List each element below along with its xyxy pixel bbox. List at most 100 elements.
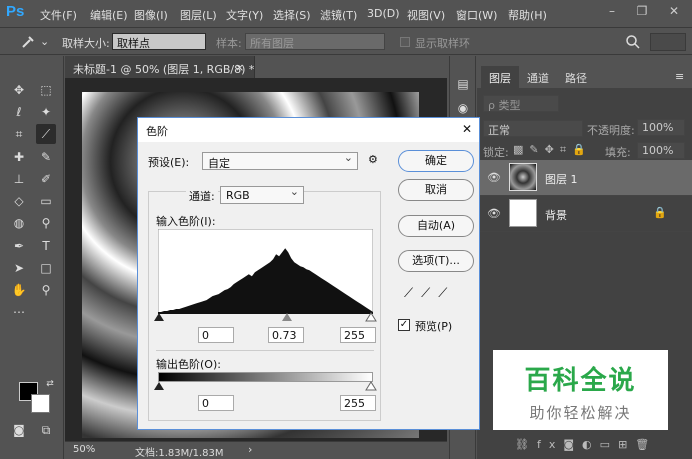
visibility-eye-icon[interactable]: 👁	[487, 207, 501, 220]
watermark-title: 百科全说	[524, 366, 637, 396]
crop-tool-icon[interactable]: ⌗	[9, 124, 29, 144]
menu-view[interactable]: 视图(V)	[407, 7, 445, 23]
background-color-swatch[interactable]	[31, 394, 50, 413]
preview-checkbox[interactable]: ✓	[398, 319, 410, 331]
close-window-button[interactable]: ✕	[662, 4, 686, 22]
new-layer-icon[interactable]: ⊞	[618, 438, 635, 451]
gradient-tool-icon[interactable]: ▭	[36, 191, 56, 211]
clone-stamp-tool-icon[interactable]: ⊥	[9, 169, 29, 189]
fill-input[interactable]: 100%	[637, 142, 685, 159]
layer-row-background[interactable]: 👁 背景 🔒	[477, 196, 692, 232]
rectangle-tool-icon[interactable]: □	[36, 258, 56, 278]
lasso-tool-icon[interactable]: ℓ	[9, 102, 29, 122]
midtone-slider[interactable]	[282, 313, 292, 321]
dialog-titlebar[interactable]: 色阶 ✕	[138, 118, 479, 142]
magic-wand-tool-icon[interactable]: ✦	[36, 102, 56, 122]
ok-button[interactable]: 确定	[398, 150, 474, 172]
trash-icon[interactable]: 🗑	[635, 438, 657, 451]
sample-select[interactable]: 所有图层	[245, 33, 385, 50]
gray-eyedropper-icon[interactable]: ⟋	[421, 286, 438, 301]
output-white-field[interactable]: 255	[340, 395, 376, 411]
tools-panel: ✥ ⬚ ℓ ✦ ⌗ ⟋ ✚ ✎ ⊥ ✐ ◇ ▭ ◍ ⚲ ✒ T ➤ □ ✋ ⚲ …	[0, 56, 64, 459]
white-point-slider[interactable]	[365, 312, 377, 322]
output-white-slider[interactable]	[365, 381, 377, 391]
close-tab-icon[interactable]: ×	[235, 61, 244, 74]
panel-menu-icon[interactable]: ≡	[675, 70, 684, 83]
status-arrow-icon[interactable]: ›	[248, 443, 252, 456]
zoom-tool-icon[interactable]: ⚲	[36, 280, 56, 300]
move-tool-icon[interactable]: ✥	[9, 80, 29, 100]
swap-colors-icon[interactable]: ⇄	[40, 374, 60, 394]
dodge-tool-icon[interactable]: ⚲	[36, 213, 56, 233]
white-eyedropper-icon[interactable]: ⟋	[438, 286, 455, 301]
lock-icons[interactable]: ▩✎✥⌗🔒	[513, 143, 592, 157]
tab-channels[interactable]: 通道	[519, 66, 557, 88]
eyedropper-tool-icon[interactable]: ⟋	[36, 124, 56, 144]
marquee-tool-icon[interactable]: ⬚	[36, 80, 56, 100]
menu-help[interactable]: 帮助(H)	[508, 7, 547, 23]
opacity-input[interactable]: 100%	[637, 119, 685, 136]
path-selection-tool-icon[interactable]: ➤	[9, 258, 29, 278]
pen-tool-icon[interactable]: ✒	[9, 236, 29, 256]
black-point-slider[interactable]	[154, 313, 164, 321]
layer-row-layer1[interactable]: 👁 图层 1	[477, 160, 692, 196]
quick-mask-icon[interactable]: ◙	[9, 420, 29, 440]
opacity-label: 不透明度:	[587, 124, 635, 137]
eraser-tool-icon[interactable]: ◇	[9, 191, 29, 211]
visibility-eye-icon[interactable]: 👁	[487, 171, 501, 184]
screen-mode-icon[interactable]: ⧉	[36, 420, 56, 440]
menu-window[interactable]: 窗口(W)	[456, 7, 497, 23]
healing-brush-tool-icon[interactable]: ✚	[9, 147, 29, 167]
zoom-level[interactable]: 50%	[73, 444, 95, 455]
workspace-switcher-icon[interactable]	[650, 33, 686, 51]
adjustment-icon[interactable]: ◐	[582, 438, 600, 451]
menu-image[interactable]: 图像(I)	[134, 7, 168, 23]
input-sliders[interactable]	[152, 311, 378, 323]
properties-panel-icon[interactable]: ◉	[453, 98, 473, 118]
layer-filter-select[interactable]: ρ 类型	[483, 95, 559, 112]
output-sliders[interactable]	[152, 380, 378, 392]
group-icon[interactable]: ▭	[600, 438, 618, 451]
history-brush-tool-icon[interactable]: ✐	[36, 169, 56, 189]
menu-select[interactable]: 选择(S)	[273, 7, 311, 23]
preset-select[interactable]: 自定	[202, 151, 358, 170]
show-ring-checkbox[interactable]	[400, 37, 410, 47]
hand-tool-icon[interactable]: ✋	[9, 280, 29, 300]
tool-preset-chevron-icon[interactable]: ⌄	[40, 35, 49, 48]
menu-layer[interactable]: 图层(L)	[180, 7, 217, 23]
blur-tool-icon[interactable]: ◍	[9, 213, 29, 233]
tab-layers[interactable]: 图层	[481, 66, 519, 88]
restore-button[interactable]: ❐	[630, 4, 654, 22]
options-button[interactable]: 选项(T)...	[398, 250, 474, 272]
minimize-button[interactable]: –	[600, 4, 624, 22]
output-black-field[interactable]: 0	[198, 395, 234, 411]
more-tools-icon[interactable]: ⋯	[9, 302, 29, 322]
preset-options-icon[interactable]: ⚙	[368, 153, 378, 166]
output-black-slider[interactable]	[154, 382, 164, 390]
menu-type[interactable]: 文字(Y)	[226, 7, 263, 23]
input-white-field[interactable]: 255	[340, 327, 376, 343]
menu-edit[interactable]: 编辑(E)	[90, 7, 128, 23]
channel-select[interactable]: RGB	[220, 185, 304, 204]
dialog-close-button[interactable]: ✕	[462, 122, 472, 136]
fx-icon[interactable]: fx	[537, 438, 563, 451]
tab-paths[interactable]: 路径	[557, 66, 595, 88]
black-eyedropper-icon[interactable]: ⟋	[404, 286, 421, 301]
sample-size-select[interactable]: 取样点	[112, 33, 206, 50]
brush-tool-icon[interactable]: ✎	[36, 147, 56, 167]
link-icon[interactable]: ⛓	[515, 438, 537, 451]
input-black-field[interactable]: 0	[198, 327, 234, 343]
input-gamma-field[interactable]: 0.73	[268, 327, 304, 343]
document-tab[interactable]: 未标题-1 @ 50% (图层 1, RGB/8) * ×	[65, 56, 255, 78]
mask-icon[interactable]: ◙	[563, 438, 582, 451]
eyedropper-tool-icon[interactable]	[20, 34, 36, 50]
cancel-button[interactable]: 取消	[398, 179, 474, 201]
type-tool-icon[interactable]: T	[36, 236, 56, 256]
history-panel-icon[interactable]: ▤	[453, 74, 473, 94]
menu-file[interactable]: 文件(F)	[40, 7, 77, 23]
auto-button[interactable]: 自动(A)	[398, 215, 474, 237]
blend-mode-select[interactable]: 正常	[483, 120, 583, 137]
menu-3d[interactable]: 3D(D)	[367, 7, 400, 20]
menu-filter[interactable]: 滤镜(T)	[320, 7, 357, 23]
search-icon[interactable]	[625, 34, 641, 50]
